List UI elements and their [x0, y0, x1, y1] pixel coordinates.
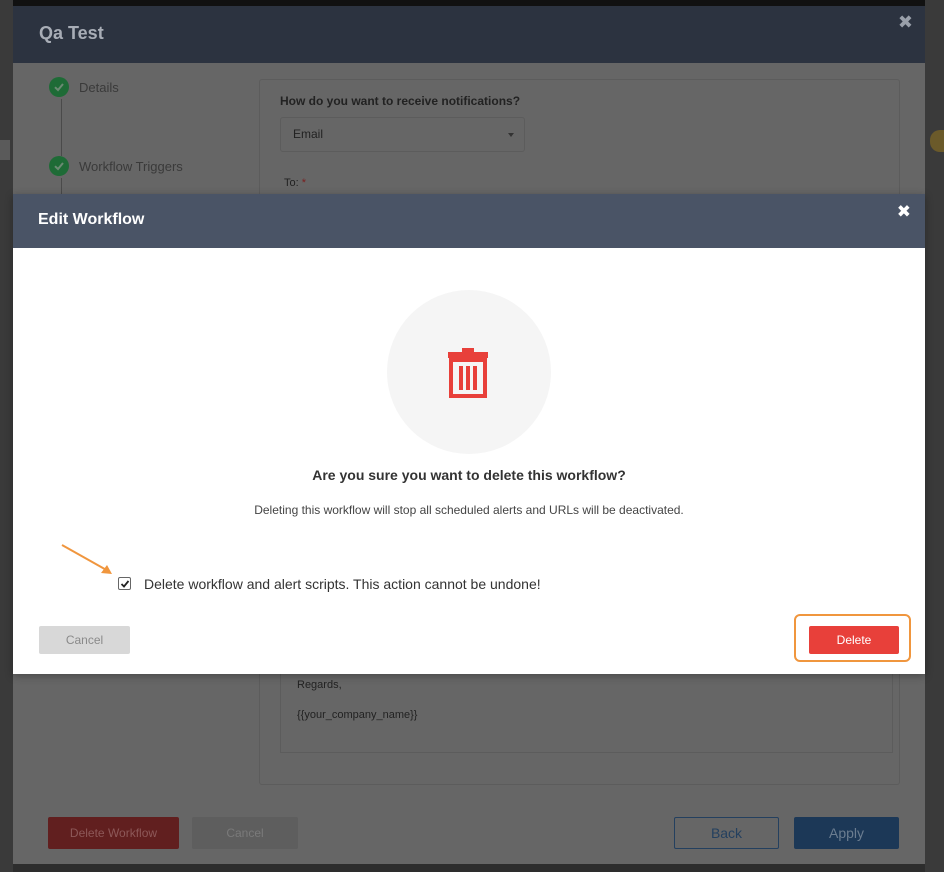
message-company-placeholder: {{your_company_name}}: [297, 709, 418, 721]
backdrop-fragment: [0, 140, 10, 160]
confirm-description: Deleting this workflow will stop all sch…: [254, 503, 684, 517]
confirm-question: Are you sure you want to delete this wor…: [312, 467, 626, 483]
dialog-title: Edit Workflow: [38, 211, 145, 228]
delete-scripts-checkbox[interactable]: [118, 577, 131, 590]
check-circle-icon: [49, 77, 69, 97]
page-backdrop-left: [0, 0, 13, 872]
backdrop-fragment: [930, 130, 944, 152]
caret-down-icon: [508, 133, 514, 137]
close-icon[interactable]: ✖: [897, 202, 911, 222]
delete-confirm-dialog: Edit Workflow ✖ Are you sure you want to…: [13, 194, 925, 674]
step-workflow-triggers[interactable]: Workflow Triggers: [49, 156, 183, 176]
delete-workflow-button[interactable]: Delete Workflow: [48, 817, 179, 849]
step-label: Workflow Triggers: [79, 158, 183, 174]
to-label-text: To:: [284, 177, 299, 189]
notify-method-label: How do you want to receive notifications…: [280, 94, 521, 108]
annotation-arrow: [61, 544, 112, 574]
workflow-modal-header: Qa Test ✖: [13, 6, 925, 63]
delete-button[interactable]: Delete: [809, 626, 899, 654]
message-regards: Regards,: [297, 679, 342, 691]
back-button[interactable]: Back: [674, 817, 779, 849]
cancel-button[interactable]: Cancel: [39, 626, 130, 654]
step-details[interactable]: Details: [49, 77, 119, 97]
cancel-button[interactable]: Cancel: [192, 817, 298, 849]
workflow-modal-title: Qa Test: [39, 23, 104, 43]
checkmark-icon: [120, 580, 130, 588]
trash-icon: [448, 348, 488, 398]
step-connector: [61, 99, 62, 156]
notify-method-select[interactable]: Email: [280, 117, 525, 152]
required-marker: *: [301, 177, 307, 189]
trash-icon-circle: [387, 290, 551, 454]
notify-method-value: Email: [293, 127, 324, 141]
close-icon[interactable]: ✖: [898, 12, 913, 33]
apply-button[interactable]: Apply: [794, 817, 899, 849]
check-circle-icon: [49, 156, 69, 176]
to-field-label: To: *: [284, 177, 306, 189]
dialog-header: Edit Workflow ✖: [13, 194, 925, 248]
step-label: Details: [79, 79, 119, 95]
delete-scripts-label: Delete workflow and alert scripts. This …: [144, 576, 541, 592]
